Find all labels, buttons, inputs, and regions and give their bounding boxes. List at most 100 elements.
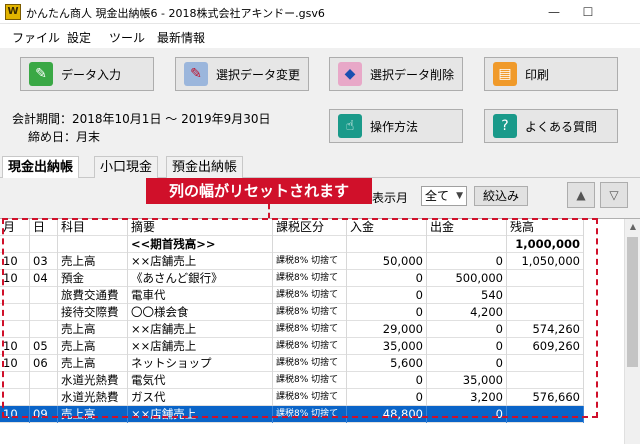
table-row[interactable]: 水道光熱費 ガス代 課税8% 切捨て 0 3,200 576,660: [0, 389, 584, 406]
cell-tax-class: 課税8% 切捨て: [273, 270, 347, 287]
edit-pencil-icon: ✎: [184, 62, 208, 86]
delete-selected-data-button[interactable]: ◆ 選択データ削除: [329, 57, 463, 91]
scroll-thumb[interactable]: [627, 237, 638, 367]
table-row[interactable]: 接待交際費 〇〇様会食 課税8% 切捨て 0 4,200: [0, 304, 584, 321]
menu-settings[interactable]: 設定: [67, 29, 91, 46]
cell-account: 旅費交通費: [58, 287, 128, 304]
cell-withdrawal: 35,000: [427, 372, 507, 389]
cell-month: [0, 304, 30, 321]
column-header-account[interactable]: 科目: [58, 219, 128, 236]
column-header-withdrawal[interactable]: 出金: [427, 219, 507, 236]
faq-button[interactable]: ? よくある質問: [484, 109, 618, 143]
tab-bar: 現金出納帳 小口現金 預金出納帳: [0, 156, 640, 179]
app-logo-icon: W: [5, 4, 21, 20]
cell-balance: [507, 355, 584, 372]
cell-tax-class: 課税8% 切捨て: [273, 321, 347, 338]
cell-day: 06: [30, 355, 58, 372]
table-row[interactable]: 売上高 ××店舗売上 課税8% 切捨て 29,000 0 574,260: [0, 321, 584, 338]
cell-month: 10: [0, 355, 30, 372]
menu-tools[interactable]: ツール: [109, 29, 145, 46]
column-header-description[interactable]: 摘要: [128, 219, 273, 236]
table-row[interactable]: 10 06 売上高 ネットショップ 課税8% 切捨て 5,600 0: [0, 355, 584, 372]
cell-withdrawal: 0: [427, 338, 507, 355]
scroll-up-icon[interactable]: ▲: [625, 219, 640, 235]
cell-account: 水道光熱費: [58, 389, 128, 406]
cell-deposit: 0: [347, 270, 427, 287]
cell-day: [30, 321, 58, 338]
data-entry-button[interactable]: ✎ データ入力: [20, 57, 154, 91]
table-row[interactable]: 10 09 売上高 ××店舗売上 課税8% 切捨て 48,800 0: [0, 406, 584, 423]
table-row[interactable]: 10 03 売上高 ××店舗売上 課税8% 切捨て 50,000 0 1,050,000: [0, 253, 584, 270]
cell-deposit: 50,000: [347, 253, 427, 270]
print-icon: ▤: [493, 62, 517, 86]
cell-day: [30, 304, 58, 321]
menu-file[interactable]: ファイル: [12, 29, 60, 46]
cell-withdrawal: 540: [427, 287, 507, 304]
cell-account: 売上高: [58, 406, 128, 423]
display-month-select[interactable]: 全て ▼: [421, 186, 467, 206]
column-reset-callout: 列の幅がリセットされます: [146, 178, 372, 204]
cell-balance: [507, 372, 584, 389]
column-header-deposit[interactable]: 入金: [347, 219, 427, 236]
cell-description: 電車代: [128, 287, 273, 304]
cell-month: [0, 287, 30, 304]
cell-balance: [507, 287, 584, 304]
cell-withdrawal: 0: [427, 253, 507, 270]
cell-withdrawal: [427, 236, 507, 253]
cell-description: ××店舗売上: [128, 406, 273, 423]
minimize-button[interactable]: —: [538, 0, 570, 24]
cell-description: <<期首残高>>: [128, 236, 273, 253]
print-button[interactable]: ▤ 印刷: [484, 57, 618, 91]
display-month-label: 表示月: [372, 191, 409, 205]
closing-day: 締め日：月末: [28, 130, 101, 144]
cell-day: 04: [30, 270, 58, 287]
table-row[interactable]: 10 05 売上高 ××店舗売上 課税8% 切捨て 35,000 0 609,260: [0, 338, 584, 355]
tab-petty-cash[interactable]: 小口現金: [94, 156, 159, 178]
cell-day: [30, 287, 58, 304]
cell-balance: [507, 406, 584, 423]
column-header-balance[interactable]: 残高: [507, 219, 584, 236]
cell-account: 水道光熱費: [58, 372, 128, 389]
pencil-icon: ✎: [29, 62, 53, 86]
move-up-button[interactable]: ▲: [567, 182, 595, 208]
table-row[interactable]: <<期首残高>> 1,000,000: [0, 236, 584, 253]
how-to-use-button[interactable]: ☝ 操作方法: [329, 109, 463, 143]
table-row[interactable]: 旅費交通費 電車代 課税8% 切捨て 0 540: [0, 287, 584, 304]
cell-description: ××店舗売上: [128, 253, 273, 270]
column-header-month[interactable]: 月: [0, 219, 30, 236]
cell-balance: 574,260: [507, 321, 584, 338]
cell-balance: 576,660: [507, 389, 584, 406]
cell-account: 接待交際費: [58, 304, 128, 321]
edit-selected-data-button[interactable]: ✎ 選択データ変更: [175, 57, 309, 91]
table-row[interactable]: 水道光熱費 電気代 課税8% 切捨て 0 35,000: [0, 372, 584, 389]
menu-latest-info[interactable]: 最新情報: [157, 29, 205, 46]
move-down-button[interactable]: ▽: [600, 182, 628, 208]
vertical-scrollbar[interactable]: ▲: [624, 219, 640, 444]
cell-deposit: 0: [347, 389, 427, 406]
cell-deposit: 5,600: [347, 355, 427, 372]
cell-withdrawal: 4,200: [427, 304, 507, 321]
cell-balance: [507, 270, 584, 287]
cell-tax-class: 課税8% 切捨て: [273, 253, 347, 270]
cell-tax-class: 課税8% 切捨て: [273, 372, 347, 389]
cell-deposit: 0: [347, 304, 427, 321]
tab-deposit-book[interactable]: 預金出納帳: [166, 156, 244, 178]
cell-description: ××店舗売上: [128, 321, 273, 338]
cell-withdrawal: 0: [427, 355, 507, 372]
cell-description: 電気代: [128, 372, 273, 389]
cell-account: 売上高: [58, 321, 128, 338]
column-header-tax-class[interactable]: 課税区分: [273, 219, 347, 236]
cell-description: ネットショップ: [128, 355, 273, 372]
window-title: かんたん商人 現金出納帳6 - 2018株式会社アキンドー.gsv6: [26, 7, 325, 20]
table-row[interactable]: 10 04 預金 《あさんど銀行》 課税8% 切捨て 0 500,000: [0, 270, 584, 287]
column-header-day[interactable]: 日: [30, 219, 58, 236]
maximize-button[interactable]: ☐: [572, 0, 604, 24]
cell-balance: 609,260: [507, 338, 584, 355]
tab-cash-book[interactable]: 現金出納帳: [2, 156, 80, 179]
filter-button[interactable]: 絞込み: [474, 186, 528, 206]
cell-withdrawal: 500,000: [427, 270, 507, 287]
cell-account: 預金: [58, 270, 128, 287]
cell-month: 10: [0, 270, 30, 287]
cell-deposit: 0: [347, 287, 427, 304]
cell-tax-class: 課税8% 切捨て: [273, 338, 347, 355]
